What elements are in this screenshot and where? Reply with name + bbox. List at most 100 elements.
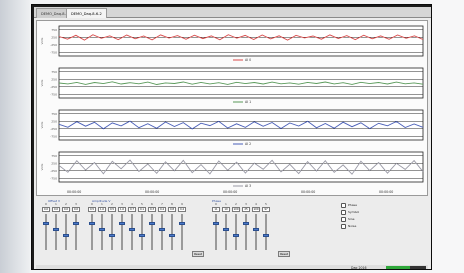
checkbox-icon[interactable] (341, 202, 346, 208)
content-area: 750 250 -250 -750 Volts AI 0 750 250 -250 -750 Vol… (34, 18, 431, 270)
slider-track[interactable] (91, 214, 93, 250)
slider-thumb[interactable] (109, 234, 115, 237)
y-tick-label: 250 (51, 161, 57, 165)
slider-track[interactable] (151, 214, 153, 250)
slider-track[interactable] (65, 214, 67, 250)
slider-track[interactable] (181, 214, 183, 250)
amplitude-value-field[interactable]: 0.3 (148, 207, 156, 212)
y-tick-label: 250 (51, 77, 57, 81)
slider-thumb[interactable] (119, 222, 125, 225)
slider-thumb[interactable] (43, 222, 49, 225)
slider-thumb[interactable] (89, 222, 95, 225)
slider-thumb[interactable] (129, 228, 135, 231)
slider-track[interactable] (265, 214, 267, 250)
checkbox-icon[interactable] (341, 216, 346, 222)
slider-track[interactable] (141, 214, 143, 250)
phase-slider[interactable] (252, 214, 260, 250)
slider-track[interactable] (131, 214, 133, 250)
slider-track[interactable] (111, 214, 113, 250)
offset-slider[interactable] (72, 214, 80, 250)
phase-value-field[interactable]: 10 (222, 207, 230, 212)
checkbox-icon[interactable] (341, 209, 346, 215)
amplitude-slider[interactable] (168, 214, 176, 250)
checkbox-icon[interactable] (341, 223, 346, 229)
option-symbol[interactable]: Symbol (341, 209, 359, 215)
slider-track[interactable] (161, 214, 163, 250)
status-text: Daq 2016 (351, 266, 367, 270)
amplitude-slider[interactable] (148, 214, 156, 250)
slider-thumb[interactable] (223, 228, 229, 231)
amplitude-reset-button[interactable]: Reset (192, 251, 204, 257)
option-noise[interactable]: Noise (341, 223, 356, 229)
amplitude-slider[interactable] (158, 214, 166, 250)
amplitude-value-field[interactable]: 1.0 (118, 207, 126, 212)
amplitude-value-field[interactable]: 0.8 (168, 207, 176, 212)
amplitude-slider[interactable] (88, 214, 96, 250)
amplitude-value-field[interactable]: 0.4 (158, 207, 166, 212)
slider-track[interactable] (101, 214, 103, 250)
phase-value-field[interactable]: 97 (262, 207, 270, 212)
slider-thumb[interactable] (53, 228, 59, 231)
slider-thumb[interactable] (263, 234, 269, 237)
slider-thumb[interactable] (99, 228, 105, 231)
amplitude-slider[interactable] (118, 214, 126, 250)
phase-slider[interactable] (242, 214, 250, 250)
slider-thumb[interactable] (159, 228, 165, 231)
slider-thumb[interactable] (73, 222, 79, 225)
offset-slider[interactable] (62, 214, 70, 250)
amplitude-slider[interactable] (98, 214, 106, 250)
offset-slider[interactable] (52, 214, 60, 250)
slider-track[interactable] (75, 214, 77, 250)
offset-value-field[interactable]: 0.0 (52, 207, 60, 212)
phase-value-field[interactable]: 11 (212, 207, 220, 212)
amplitude-slider[interactable] (178, 214, 186, 250)
slider-track[interactable] (255, 214, 257, 250)
amplitude-value-field[interactable]: 0.7 (128, 207, 136, 212)
phase-value-field[interactable]: 100 (252, 207, 260, 212)
offset-value-field[interactable]: 0.0 (72, 207, 80, 212)
slider-track[interactable] (45, 214, 47, 250)
phase-slider[interactable] (232, 214, 240, 250)
slider-track[interactable] (171, 214, 173, 250)
amplitude-value-field[interactable]: 0.5 (108, 207, 116, 212)
slider-thumb[interactable] (149, 222, 155, 225)
offset-value-field[interactable]: 0.0 (42, 207, 50, 212)
slider-track[interactable] (121, 214, 123, 250)
phase-slider[interactable] (262, 214, 270, 250)
slider-thumb[interactable] (243, 222, 249, 225)
amplitude-value-field[interactable]: 0.4 (178, 207, 186, 212)
slider-thumb[interactable] (233, 234, 239, 237)
option-phase[interactable]: Phase (341, 202, 357, 208)
amplitude-slider[interactable] (128, 214, 136, 250)
amplitude-value-field[interactable]: 0.5 (88, 207, 96, 212)
phase-slider[interactable] (222, 214, 230, 250)
slider-thumb[interactable] (179, 222, 185, 225)
slider-track[interactable] (235, 214, 237, 250)
slider-thumb[interactable] (213, 222, 219, 225)
amplitude-value-field[interactable]: 1.0 (98, 207, 106, 212)
phase-value-field[interactable]: 100 (232, 207, 240, 212)
slider-thumb[interactable] (169, 234, 175, 237)
phase-reset-button[interactable]: Reset (278, 251, 290, 257)
legend-label: AI 0 (245, 58, 251, 62)
slider-thumb[interactable] (63, 234, 69, 237)
phase-slider[interactable] (212, 214, 220, 250)
slider-thumb[interactable] (253, 228, 259, 231)
amplitude-value-field[interactable]: 0.1 (138, 207, 146, 212)
amplitude-slider[interactable] (138, 214, 146, 250)
slider-track[interactable] (225, 214, 227, 250)
offset-slider[interactable] (42, 214, 50, 250)
background-shadow (0, 0, 30, 273)
phase-value-field[interactable]: 25 (242, 207, 250, 212)
tab-demo-2[interactable]: DEMO_Daq-8-6-2 (66, 8, 107, 18)
plot-area (58, 109, 424, 141)
option-sine[interactable]: Sine (341, 216, 355, 222)
slider-thumb[interactable] (139, 234, 145, 237)
amplitude-slider[interactable] (108, 214, 116, 250)
offset-value-field[interactable]: 0.0 (62, 207, 70, 212)
slider-track[interactable] (245, 214, 247, 250)
slider-track[interactable] (55, 214, 57, 250)
slider-track[interactable] (215, 214, 217, 250)
phase-channel-label: 3 (245, 203, 247, 206)
amplitude-column: 9 0.4 (178, 203, 186, 250)
